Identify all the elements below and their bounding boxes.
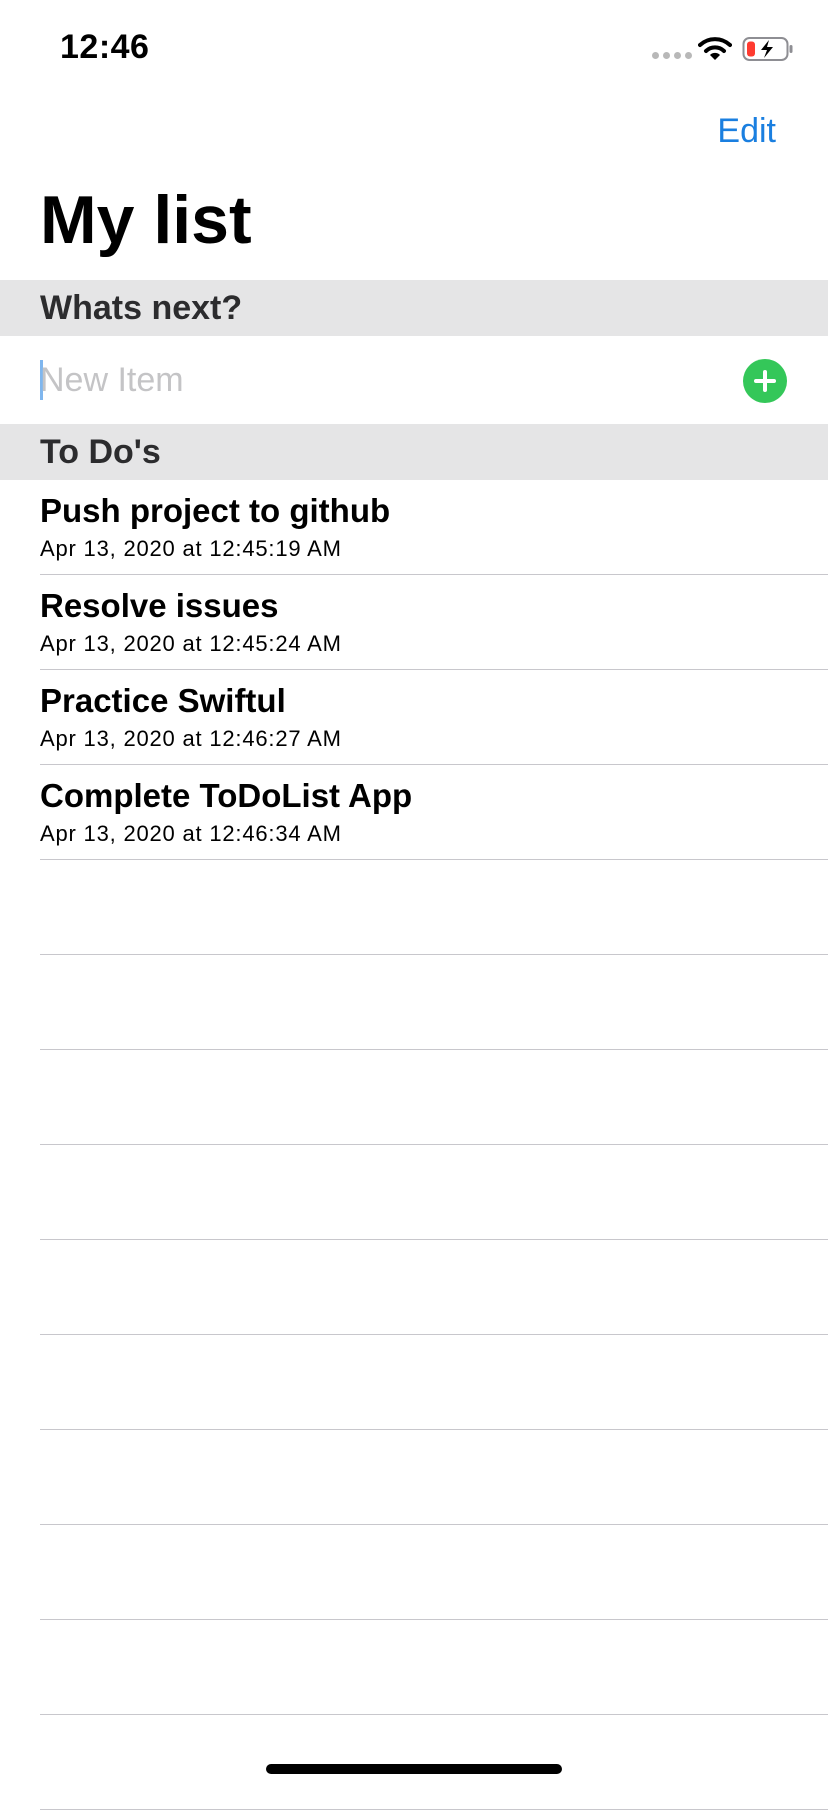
empty-row xyxy=(0,1430,828,1525)
todo-date: Apr 13, 2020 at 12:46:27 AM xyxy=(40,726,342,751)
todo-title: Resolve issues xyxy=(40,587,279,624)
empty-row xyxy=(0,955,828,1050)
new-item-input[interactable] xyxy=(40,352,720,408)
empty-row xyxy=(0,1050,828,1145)
empty-row xyxy=(0,1525,828,1620)
empty-row xyxy=(0,1335,828,1430)
todo-row[interactable]: Push project to github Apr 13, 2020 at 1… xyxy=(0,480,828,575)
edit-button[interactable]: Edit xyxy=(717,112,776,151)
section-header-whats-next: Whats next? xyxy=(0,280,828,336)
todo-date: Apr 13, 2020 at 12:45:24 AM xyxy=(40,631,342,656)
todo-row[interactable]: Complete ToDoList App Apr 13, 2020 at 12… xyxy=(0,765,828,860)
todo-list: Push project to github Apr 13, 2020 at 1… xyxy=(0,480,828,1810)
empty-row xyxy=(0,1240,828,1335)
cellular-signal-icon xyxy=(652,52,692,59)
plus-circle-icon xyxy=(754,370,776,392)
page-title: My list xyxy=(40,182,252,258)
battery-charging-icon xyxy=(742,37,793,61)
status-time: 12:46 xyxy=(60,28,150,66)
section-header-todos: To Do's xyxy=(0,424,828,480)
todo-title: Practice Swiftul xyxy=(40,682,286,719)
empty-row xyxy=(0,1715,828,1810)
todo-row[interactable]: Resolve issues Apr 13, 2020 at 12:45:24 … xyxy=(0,575,828,670)
todo-row[interactable]: Practice Swiftul Apr 13, 2020 at 12:46:2… xyxy=(0,670,828,765)
empty-row xyxy=(0,1620,828,1715)
todo-date: Apr 13, 2020 at 12:46:34 AM xyxy=(40,821,342,846)
empty-row xyxy=(0,860,828,955)
wifi-icon xyxy=(698,37,732,60)
add-item-button[interactable] xyxy=(743,359,787,403)
todo-title: Complete ToDoList App xyxy=(40,777,413,814)
home-indicator[interactable] xyxy=(266,1764,562,1774)
empty-row xyxy=(0,1145,828,1240)
new-item-row xyxy=(0,336,828,424)
status-bar: 12:46 xyxy=(0,0,828,96)
todo-title: Push project to github xyxy=(40,492,391,529)
todo-date: Apr 13, 2020 at 12:45:19 AM xyxy=(40,536,342,561)
